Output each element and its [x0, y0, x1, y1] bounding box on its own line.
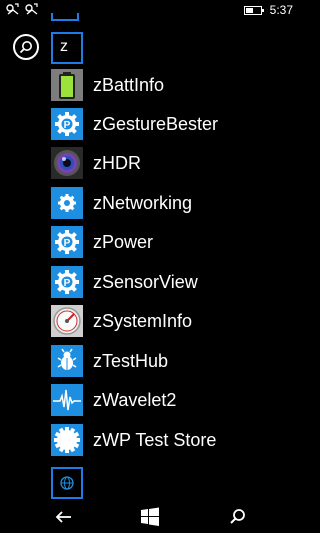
- app-item-zwp-test-store[interactable]: zWP Test Store: [0, 424, 300, 460]
- app-label: zWP Test Store: [93, 430, 217, 450]
- app-item-ztesthub[interactable]: zTestHub: [0, 345, 300, 381]
- app-item-zsensorview[interactable]: P zSensorView: [0, 266, 300, 302]
- battery-status-icon: [243, 5, 264, 15]
- app-label: zHDR: [93, 153, 141, 173]
- app-item-zwavelet2[interactable]: zWavelet2: [0, 384, 300, 420]
- svg-text:P: P: [64, 238, 71, 249]
- search-icon: [19, 41, 32, 54]
- svg-text:P: P: [64, 278, 71, 289]
- globe-letter-tile[interactable]: [51, 467, 83, 499]
- status-bar: 5:37: [0, 0, 300, 22]
- notification-icon-2: [25, 3, 38, 15]
- search-button[interactable]: [226, 506, 248, 528]
- globe-icon: [60, 476, 74, 490]
- app-item-zbattinfo[interactable]: zBattInfo: [0, 69, 300, 105]
- badge-icon: [51, 424, 83, 456]
- gauge-icon: [51, 305, 83, 337]
- app-item-zpower[interactable]: P zPower: [0, 226, 300, 262]
- waveform-icon: [51, 384, 83, 416]
- app-label: zTestHub: [93, 351, 169, 371]
- app-label: zWavelet2: [93, 390, 177, 410]
- app-item-zsysteminfo[interactable]: zSystemInfo: [0, 305, 300, 341]
- clock: 5:37: [269, 3, 293, 17]
- letter-group-header[interactable]: z: [51, 32, 83, 64]
- app-label: zNetworking: [93, 193, 193, 213]
- app-search-button[interactable]: [13, 34, 39, 60]
- app-item-zhdr[interactable]: zHDR: [0, 147, 300, 183]
- gear-p-icon: P: [51, 266, 83, 298]
- app-label: zPower: [93, 232, 154, 252]
- app-label: zSensorView: [93, 272, 198, 292]
- gear-icon: [51, 187, 83, 219]
- app-label: zSystemInfo: [93, 311, 193, 331]
- app-label: zBattInfo: [93, 75, 165, 95]
- gear-p-icon: P: [51, 108, 83, 140]
- app-item-znetworking[interactable]: zNetworking: [0, 187, 300, 223]
- back-button[interactable]: [53, 506, 75, 528]
- svg-text:P: P: [64, 120, 71, 131]
- notification-icon-1: [6, 3, 19, 15]
- previous-letter-tile[interactable]: [51, 13, 79, 21]
- app-item-zgesturebester[interactable]: P zGestureBester: [0, 108, 300, 144]
- windows-logo-icon: [141, 507, 159, 526]
- bug-icon: [51, 345, 83, 377]
- search-icon: [230, 509, 245, 524]
- start-button[interactable]: [139, 506, 161, 528]
- camera-lens-icon: [51, 147, 83, 179]
- navigation-bar: [0, 500, 300, 533]
- gear-p-icon: P: [51, 226, 83, 258]
- app-label: zGestureBester: [93, 114, 219, 134]
- back-arrow-icon: [55, 511, 71, 523]
- battery-level-fill: [245, 7, 254, 13]
- status-icons: [6, 3, 39, 15]
- battery-icon: [51, 69, 83, 101]
